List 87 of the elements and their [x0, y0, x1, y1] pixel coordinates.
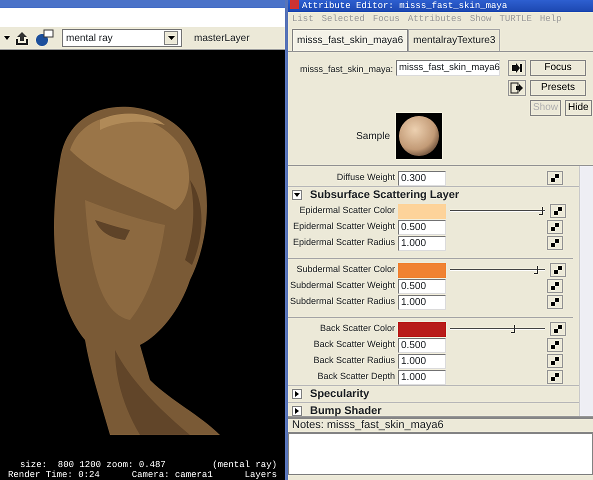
status-text: size: 800 1200 zoom: 0.487 — [20, 460, 166, 470]
map-button[interactable] — [547, 279, 563, 293]
checker-icon — [554, 325, 562, 333]
color-swatch[interactable] — [398, 262, 446, 278]
checker-icon — [551, 357, 559, 365]
slider-thumb[interactable] — [510, 325, 515, 333]
status-text: Layers — [244, 470, 277, 480]
tab[interactable]: misss_fast_skin_maya6 — [292, 29, 408, 51]
node-name-field[interactable]: misss_fast_skin_maya6 — [396, 60, 500, 76]
layer-label: masterLayer — [194, 32, 250, 46]
checker-icon — [554, 207, 562, 215]
attribute-label: Epidermal Scatter Radius — [292, 236, 396, 250]
section-title[interactable]: Specularity — [310, 386, 370, 402]
map-button[interactable] — [547, 236, 563, 250]
expand-toggle[interactable] — [292, 190, 302, 200]
checker-icon — [551, 282, 559, 290]
slider-track[interactable] — [450, 325, 545, 333]
map-button[interactable] — [547, 338, 563, 352]
slider-thumb[interactable] — [539, 207, 544, 215]
renderer-dropdown[interactable]: mental ray — [62, 29, 182, 47]
export-icon[interactable] — [14, 30, 30, 46]
status-text: Camera: camera1 — [132, 470, 213, 480]
button[interactable]: Hide — [565, 100, 592, 116]
caret-icon — [168, 36, 174, 40]
button: Show — [530, 100, 562, 116]
slider-track[interactable] — [450, 207, 545, 215]
sample-label: Sample — [355, 130, 391, 144]
map-button[interactable] — [547, 370, 563, 384]
map-button[interactable] — [550, 322, 566, 336]
window-title: Attribute Editor: misss_fast_skin_maya — [302, 1, 508, 11]
attribute-label: Back Scatter Weight — [312, 338, 396, 352]
sphere-icon[interactable] — [34, 29, 54, 47]
output-connection-icon[interactable] — [508, 80, 526, 96]
input-connection-icon[interactable] — [508, 60, 526, 76]
attribute-label: Epidermal Scatter Color — [298, 204, 396, 218]
caret-icon[interactable] — [4, 36, 10, 40]
value-field[interactable]: 0.500 — [398, 338, 446, 352]
checker-icon — [551, 298, 559, 306]
node-label: misss_fast_skin_maya: — [298, 63, 394, 76]
attribute-label: Diffuse Weight — [336, 171, 396, 184]
value-field[interactable]: 0.500 — [398, 278, 446, 294]
checker-icon — [551, 174, 559, 182]
map-button[interactable] — [547, 171, 563, 185]
checker-icon — [551, 239, 559, 247]
button[interactable]: Focus — [530, 60, 586, 76]
expand-toggle[interactable] — [292, 406, 302, 416]
map-button[interactable] — [547, 220, 563, 234]
value-field[interactable]: 0.300 — [398, 170, 446, 186]
section-title[interactable]: Bump Shader — [310, 402, 382, 420]
value-field[interactable]: 1.000 — [398, 236, 446, 250]
attribute-label: Subdermal Scatter Color — [295, 263, 396, 276]
attribute-label: Epidermal Scatter Weight — [292, 220, 396, 234]
section-title[interactable]: Subsurface Scattering Layer — [310, 186, 460, 204]
notes-field[interactable] — [288, 433, 593, 475]
color-swatch[interactable] — [398, 204, 446, 218]
attribute-label: Back Scatter Radius — [312, 354, 396, 368]
attribute-label: Subdermal Scatter Radius — [288, 295, 396, 308]
checker-icon — [551, 373, 559, 381]
attribute-label: Subdermal Scatter Weight — [289, 279, 396, 292]
checker-icon — [551, 223, 559, 231]
checker-icon — [554, 266, 562, 274]
map-button[interactable] — [550, 204, 566, 218]
value-field[interactable]: 1.000 — [398, 370, 446, 384]
slider-track[interactable] — [450, 266, 545, 274]
checker-icon — [551, 341, 559, 349]
slider-thumb[interactable] — [534, 266, 538, 274]
scrollbar[interactable] — [579, 166, 593, 416]
caret-icon — [295, 408, 299, 414]
tab[interactable]: mentalrayTexture3 — [408, 29, 500, 51]
caret-icon — [294, 193, 300, 197]
map-button[interactable] — [550, 263, 566, 277]
expand-toggle[interactable] — [292, 389, 302, 399]
map-button[interactable] — [547, 354, 563, 368]
attribute-label: Back Scatter Color — [318, 322, 396, 336]
color-swatch[interactable] — [398, 322, 446, 336]
value-field[interactable]: 1.000 — [398, 294, 446, 310]
button[interactable]: Presets — [530, 80, 586, 96]
map-button[interactable] — [547, 295, 563, 309]
status-text: Render Time: 0:24 — [8, 470, 100, 480]
value-field[interactable]: 0.500 — [398, 220, 446, 234]
attribute-label: Back Scatter Depth — [316, 370, 396, 384]
value-field[interactable]: 1.000 — [398, 354, 446, 368]
sample-swatch — [396, 113, 442, 159]
caret-icon — [295, 391, 299, 397]
notes-title: Notes: misss_fast_skin_maya6 — [292, 418, 444, 434]
status-text: (mental ray) — [212, 460, 277, 470]
app-icon — [290, 0, 299, 9]
